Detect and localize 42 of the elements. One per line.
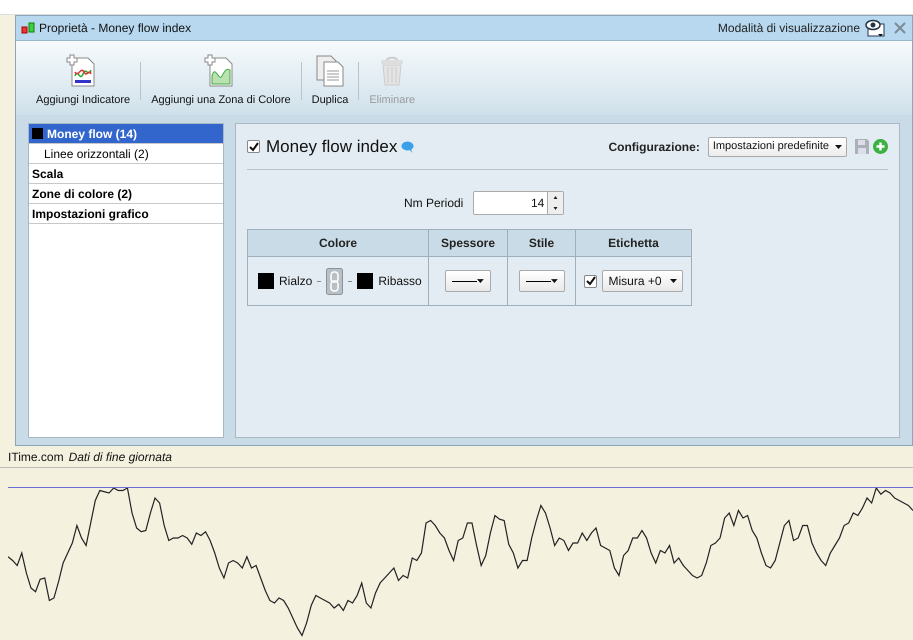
toolbar-button[interactable]: Aggiungi una Zona di Colore	[149, 54, 293, 108]
data-note: Dati di fine giornata	[68, 448, 172, 466]
caret-icon	[670, 279, 677, 283]
periods-spinner[interactable]: 14	[473, 191, 564, 215]
window-title: Proprietà - Money flow index	[39, 20, 192, 37]
indicator-title: Money flow index	[266, 136, 398, 158]
column-header: Spessore	[428, 230, 507, 256]
sidebar-item-label: Zone di colore (2)	[32, 186, 132, 202]
line-sample-icon	[452, 280, 478, 282]
candlestick-icon	[21, 21, 35, 35]
caret-icon	[477, 279, 484, 283]
configuration-label: Configurazione:	[608, 138, 700, 156]
down-label: Ribasso	[378, 273, 422, 290]
toolbar-button[interactable]: Duplica	[310, 54, 350, 108]
line-style-dropdown[interactable]	[518, 270, 564, 292]
sidebar-item[interactable]: Money flow (14)	[29, 124, 223, 144]
checkbox[interactable]	[584, 274, 598, 288]
line-style-dropdown[interactable]	[445, 270, 491, 292]
caret-icon	[835, 144, 842, 148]
sidebar-item-label: Impostazioni grafico	[32, 206, 149, 222]
sidebar-item-label: Money flow (14)	[47, 126, 138, 142]
color-swatch[interactable]	[258, 273, 274, 289]
column-header: Etichetta	[575, 230, 691, 256]
caret-icon	[550, 279, 558, 283]
periods-label: Nm Periodi	[404, 195, 464, 212]
color-swatch	[32, 128, 43, 139]
column-header: Stile	[507, 230, 575, 256]
toolbar-button[interactable]: Aggiungi Indicatore	[34, 54, 132, 108]
up-label: Rialzo	[279, 273, 312, 290]
eye-window-icon[interactable]	[864, 19, 886, 37]
checkbox[interactable]	[247, 140, 260, 153]
label-dropdown[interactable]: Misura +0	[602, 270, 683, 292]
configuration-dropdown[interactable]: Impostazioni predefinite	[708, 136, 847, 156]
column-header: Colore	[318, 235, 358, 252]
sidebar-item-label: Linee orizzontali (2)	[44, 146, 149, 162]
source-label: ITime.com	[8, 448, 64, 466]
view-mode-label[interactable]: Modalità di visualizzazione	[718, 19, 860, 37]
color-swatch[interactable]	[357, 273, 374, 289]
add-icon[interactable]	[873, 139, 888, 154]
line-sample-icon	[526, 280, 551, 282]
chain-link-icon[interactable]	[326, 268, 344, 294]
sidebar-item-label: Scala	[32, 166, 64, 182]
